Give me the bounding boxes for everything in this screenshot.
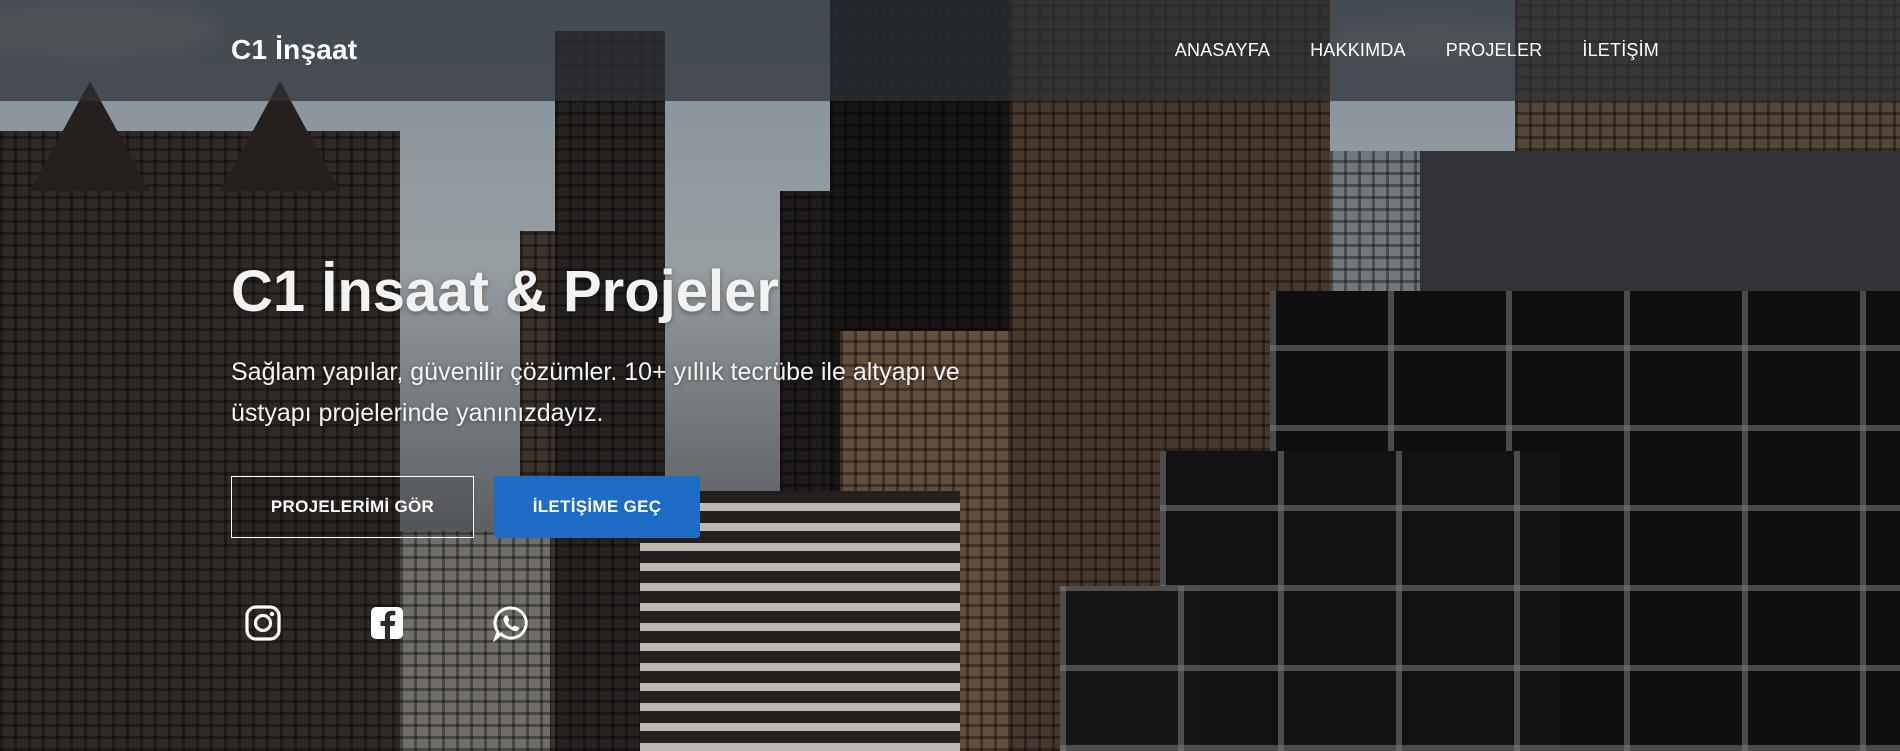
instagram-icon bbox=[245, 605, 281, 641]
nav-link-projects[interactable]: PROJELER bbox=[1446, 40, 1543, 61]
nav-menu: ANASAYFA HAKKIMDA PROJELER İLETİŞİM bbox=[1175, 40, 1659, 61]
nav-link-contact[interactable]: İLETİŞİM bbox=[1582, 40, 1659, 61]
view-projects-button[interactable]: PROJELERİMİ GÖR bbox=[231, 476, 474, 538]
hero-subtitle: Sağlam yapılar, güvenilir çözümler. 10+ … bbox=[231, 358, 960, 427]
whatsapp-icon bbox=[492, 606, 528, 643]
nav-link-home[interactable]: ANASAYFA bbox=[1175, 40, 1270, 61]
whatsapp-link[interactable] bbox=[488, 600, 534, 646]
contact-button[interactable]: İLETİŞİME GEÇ bbox=[494, 476, 700, 538]
facebook-link[interactable] bbox=[364, 600, 410, 646]
nav-link-about[interactable]: HAKKIMDA bbox=[1310, 40, 1406, 61]
facebook-icon bbox=[371, 607, 403, 639]
navbar: C1 İnşaat ANASAYFA HAKKIMDA PROJELER İLE… bbox=[0, 0, 1900, 101]
hero-title: C1 İnsaat & Projeler bbox=[231, 259, 779, 324]
brand-logo[interactable]: C1 İnşaat bbox=[231, 34, 357, 66]
instagram-link[interactable] bbox=[240, 600, 286, 646]
